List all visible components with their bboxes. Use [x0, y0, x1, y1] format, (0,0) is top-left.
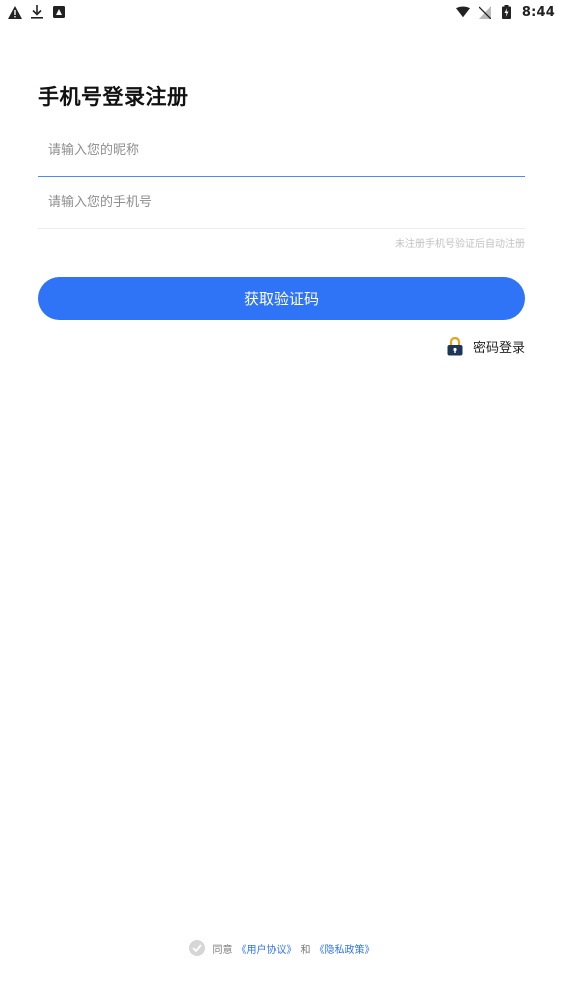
- download-icon: [30, 5, 44, 19]
- status-time: 8:44: [521, 4, 555, 20]
- password-login-link[interactable]: 密码登录: [446, 336, 525, 356]
- status-left-icons: [8, 5, 66, 19]
- get-verification-code-label: 获取验证码: [243, 290, 319, 308]
- lock-icon: [446, 336, 464, 356]
- nickname-input[interactable]: [38, 125, 525, 176]
- page-title: 手机号登录注册: [38, 85, 189, 109]
- battery-charging-icon: [500, 5, 514, 19]
- app-notification-icon: [52, 5, 66, 19]
- password-login-label: 密码登录: [472, 340, 525, 356]
- user-agreement-link[interactable]: 《用户协议》: [237, 941, 297, 956]
- get-verification-code-button[interactable]: 获取验证码: [38, 277, 525, 320]
- status-bar: 8:44: [0, 0, 563, 24]
- agree-checkbox[interactable]: [188, 940, 205, 956]
- warning-icon: [8, 5, 22, 19]
- nickname-field: [38, 125, 525, 177]
- no-sim-icon: [478, 5, 492, 19]
- status-right-icons: 8:44: [455, 4, 555, 20]
- check-icon: [191, 944, 202, 952]
- privacy-policy-link[interactable]: 《隐私政策》: [315, 941, 375, 956]
- auto-register-hint: 未注册手机号验证后自动注册: [395, 239, 525, 250]
- agreement-prefix: 同意: [212, 944, 233, 956]
- phone-input[interactable]: [38, 177, 525, 228]
- agreement: 同意 《用户协议》 和 《隐私政策》: [0, 940, 563, 956]
- wifi-icon: [455, 5, 470, 19]
- phone-field: [38, 177, 525, 229]
- agreement-connector: 和: [300, 944, 311, 956]
